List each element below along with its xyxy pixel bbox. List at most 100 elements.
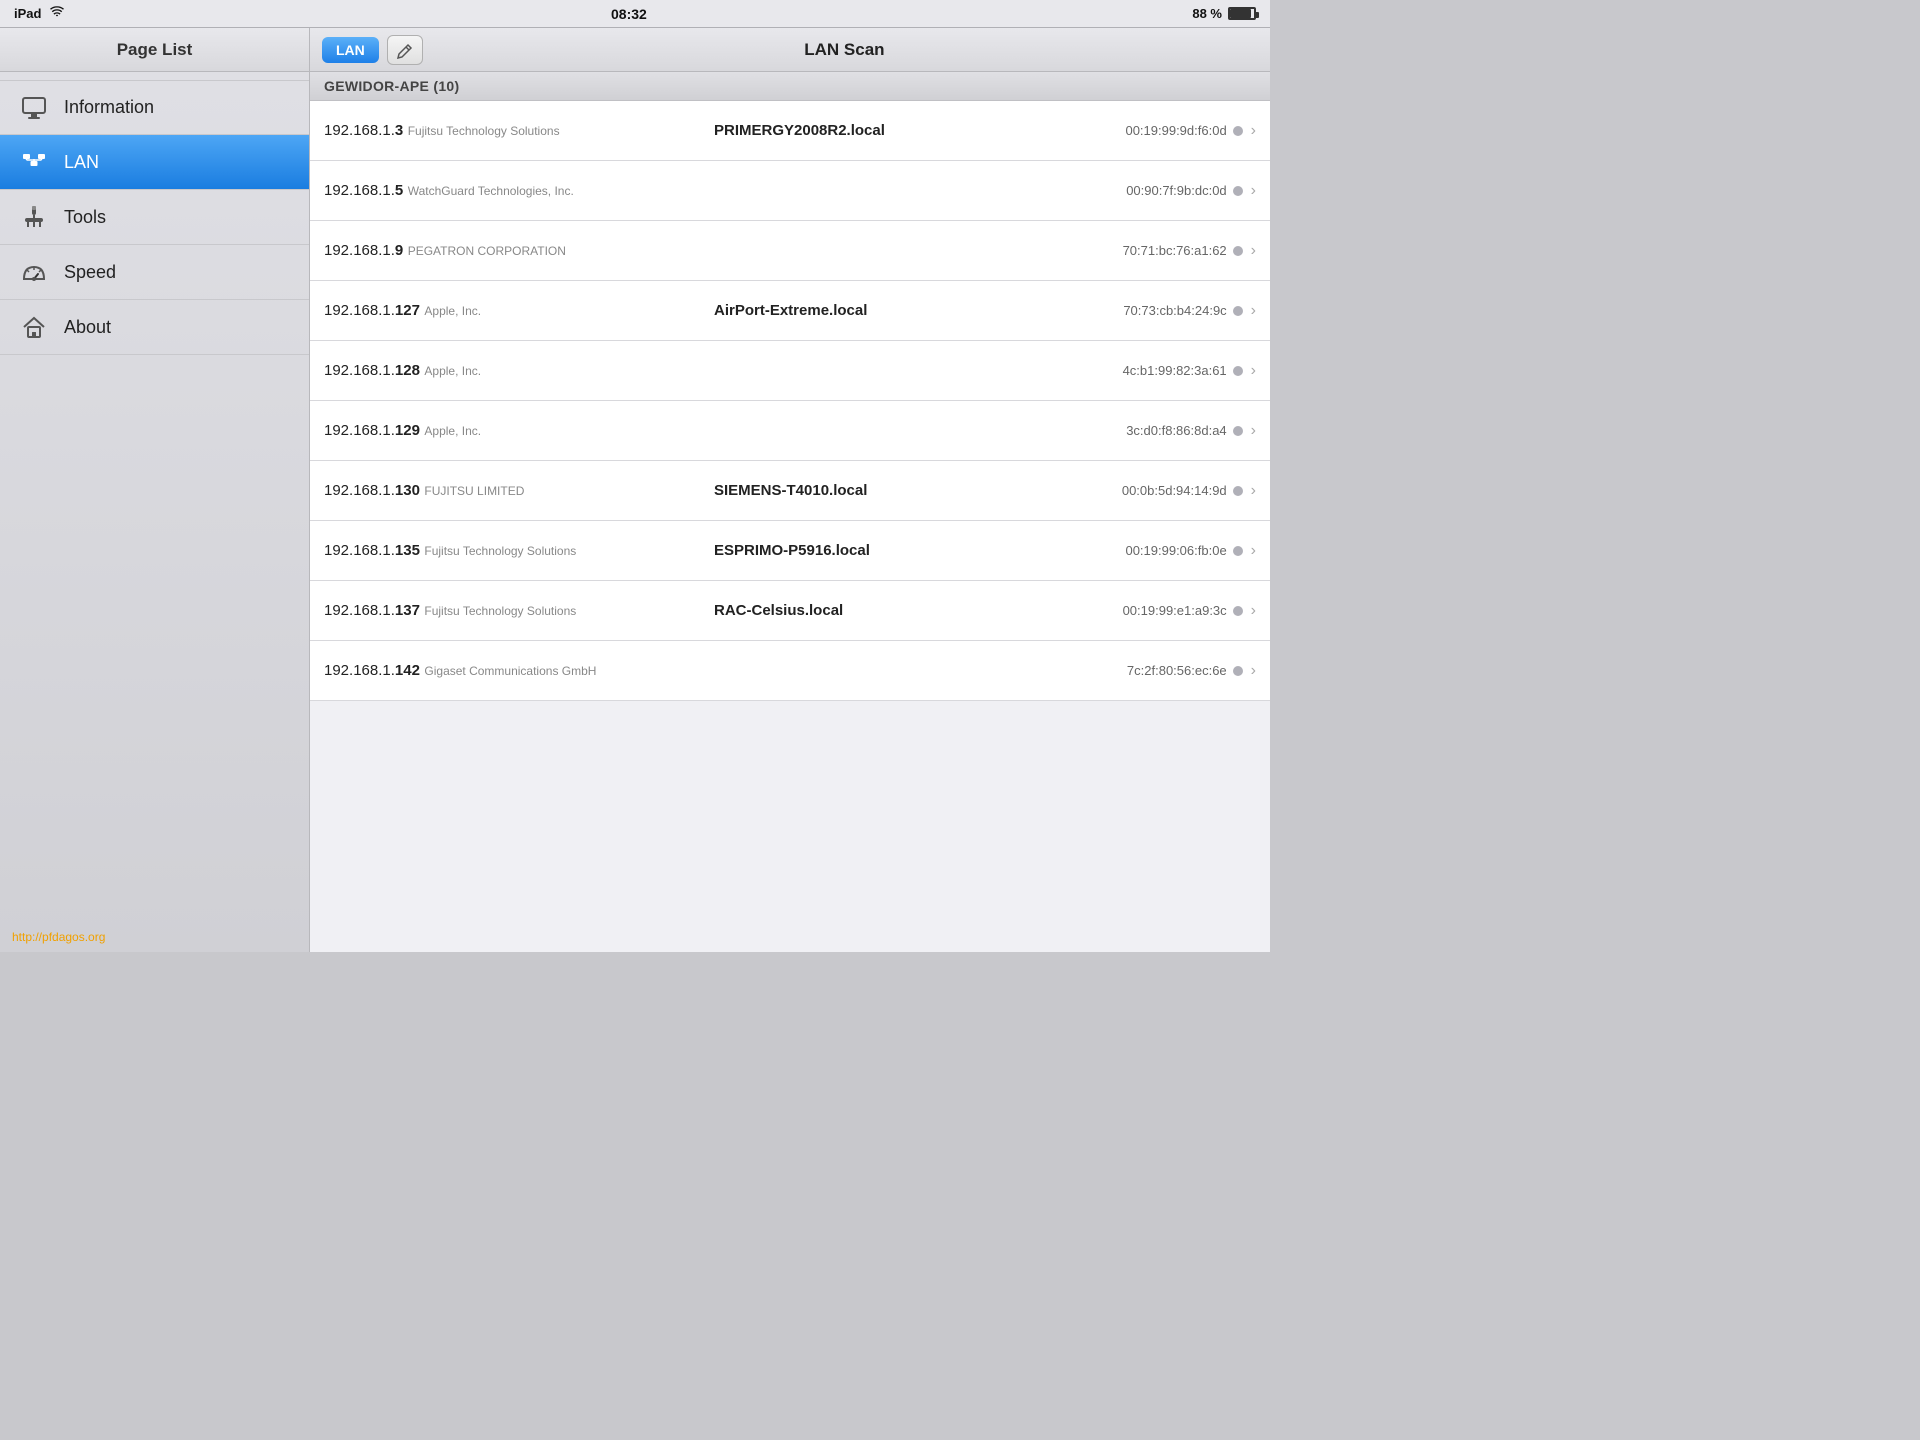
time-display: 08:32 bbox=[611, 6, 647, 22]
device-status bbox=[1233, 486, 1243, 496]
device-vendor: Gigaset Communications GmbH bbox=[424, 664, 596, 678]
device-ip: 192.168.1.135 bbox=[324, 542, 420, 559]
device-info: 192.168.1.142 Gigaset Communications Gmb… bbox=[324, 662, 704, 680]
device-status bbox=[1233, 666, 1243, 676]
device-info: 192.168.1.128 Apple, Inc. bbox=[324, 362, 704, 380]
device-vendor: Apple, Inc. bbox=[424, 364, 481, 378]
device-info: 192.168.1.135 Fujitsu Technology Solutio… bbox=[324, 542, 704, 560]
table-row[interactable]: 192.168.1.3 Fujitsu Technology Solutions… bbox=[310, 101, 1270, 161]
device-vendor: FUJITSU LIMITED bbox=[424, 484, 524, 498]
chevron-right-icon: › bbox=[1251, 602, 1256, 620]
table-row[interactable]: 192.168.1.127 Apple, Inc. AirPort-Extrem… bbox=[310, 281, 1270, 341]
device-hostname: AirPort-Extreme.local bbox=[704, 302, 1067, 319]
device-info: 192.168.1.5 WatchGuard Technologies, Inc… bbox=[324, 182, 704, 200]
device-mac: 00:19:99:06:fb:0e bbox=[1067, 543, 1227, 558]
status-dot bbox=[1233, 126, 1243, 136]
device-mac: 70:73:cb:b4:24:9c bbox=[1067, 303, 1227, 318]
table-row[interactable]: 192.168.1.128 Apple, Inc. 4c:b1:99:82:3a… bbox=[310, 341, 1270, 401]
device-vendor: Apple, Inc. bbox=[424, 424, 481, 438]
status-dot bbox=[1233, 426, 1243, 436]
device-hostname: RAC-Celsius.local bbox=[704, 602, 1067, 619]
device-status bbox=[1233, 246, 1243, 256]
table-row[interactable]: 192.168.1.5 WatchGuard Technologies, Inc… bbox=[310, 161, 1270, 221]
status-left: iPad bbox=[14, 6, 65, 21]
sidebar-item-tools[interactable]: Tools bbox=[0, 190, 309, 245]
status-dot bbox=[1233, 666, 1243, 676]
device-vendor: WatchGuard Technologies, Inc. bbox=[408, 184, 574, 198]
device-status bbox=[1233, 186, 1243, 196]
chevron-right-icon: › bbox=[1251, 662, 1256, 680]
device-ip: 192.168.1.127 bbox=[324, 302, 420, 319]
chevron-right-icon: › bbox=[1251, 242, 1256, 260]
sidebar-items: Information LAN bbox=[0, 72, 309, 922]
device-mac: 4c:b1:99:82:3a:61 bbox=[1067, 363, 1227, 378]
device-ip: 192.168.1.9 bbox=[324, 242, 403, 259]
about-label: About bbox=[64, 317, 111, 338]
sidebar-item-speed[interactable]: Speed bbox=[0, 245, 309, 300]
device-label: iPad bbox=[14, 6, 41, 21]
device-ip: 192.168.1.3 bbox=[324, 122, 403, 139]
chevron-right-icon: › bbox=[1251, 182, 1256, 200]
device-vendor: Fujitsu Technology Solutions bbox=[424, 544, 576, 558]
device-status bbox=[1233, 606, 1243, 616]
status-dot bbox=[1233, 606, 1243, 616]
sidebar-item-lan[interactable]: LAN bbox=[0, 135, 309, 190]
status-dot bbox=[1233, 546, 1243, 556]
device-vendor: Apple, Inc. bbox=[424, 304, 481, 318]
edit-button[interactable] bbox=[387, 35, 423, 65]
top-bar: LAN LAN Scan bbox=[310, 28, 1270, 72]
content-area: LAN LAN Scan GEWIDOR-APE (10) 192.168.1.… bbox=[310, 28, 1270, 952]
device-status bbox=[1233, 126, 1243, 136]
device-status bbox=[1233, 306, 1243, 316]
device-hostname: PRIMERGY2008R2.local bbox=[704, 122, 1067, 139]
device-info: 192.168.1.130 FUJITSU LIMITED bbox=[324, 482, 704, 500]
status-dot bbox=[1233, 246, 1243, 256]
wifi-icon bbox=[49, 6, 65, 21]
device-vendor: PEGATRON CORPORATION bbox=[408, 244, 566, 258]
status-dot bbox=[1233, 306, 1243, 316]
device-ip: 192.168.1.142 bbox=[324, 662, 420, 679]
table-row[interactable]: 192.168.1.129 Apple, Inc. 3c:d0:f8:86:8d… bbox=[310, 401, 1270, 461]
battery-icon bbox=[1228, 7, 1256, 20]
sidebar-item-information[interactable]: Information bbox=[0, 80, 309, 135]
chevron-right-icon: › bbox=[1251, 302, 1256, 320]
table-row[interactable]: 192.168.1.137 Fujitsu Technology Solutio… bbox=[310, 581, 1270, 641]
device-mac: 3c:d0:f8:86:8d:a4 bbox=[1067, 423, 1227, 438]
table-row[interactable]: 192.168.1.135 Fujitsu Technology Solutio… bbox=[310, 521, 1270, 581]
lan-label: LAN bbox=[64, 152, 99, 173]
device-info: 192.168.1.9 PEGATRON CORPORATION bbox=[324, 242, 704, 260]
device-ip: 192.168.1.130 bbox=[324, 482, 420, 499]
device-ip: 192.168.1.5 bbox=[324, 182, 403, 199]
device-status bbox=[1233, 546, 1243, 556]
status-dot bbox=[1233, 366, 1243, 376]
table-row[interactable]: 192.168.1.130 FUJITSU LIMITED SIEMENS-T4… bbox=[310, 461, 1270, 521]
tools-label: Tools bbox=[64, 207, 106, 228]
lan-button[interactable]: LAN bbox=[322, 37, 379, 63]
speed-icon bbox=[16, 254, 52, 290]
sidebar-item-about[interactable]: About bbox=[0, 300, 309, 355]
battery-pct: 88 % bbox=[1192, 6, 1222, 21]
scan-content[interactable]: GEWIDOR-APE (10) 192.168.1.3 Fujitsu Tec… bbox=[310, 72, 1270, 952]
status-dot bbox=[1233, 186, 1243, 196]
status-right: 88 % bbox=[1192, 6, 1256, 21]
sidebar-title: Page List bbox=[117, 40, 193, 60]
lan-icon bbox=[16, 144, 52, 180]
sidebar: Page List Information bbox=[0, 28, 310, 952]
device-status bbox=[1233, 366, 1243, 376]
device-mac: 00:19:99:e1:a9:3c bbox=[1067, 603, 1227, 618]
device-info: 192.168.1.3 Fujitsu Technology Solutions bbox=[324, 122, 704, 140]
table-row[interactable]: 192.168.1.9 PEGATRON CORPORATION 70:71:b… bbox=[310, 221, 1270, 281]
tools-icon bbox=[16, 199, 52, 235]
device-vendor: Fujitsu Technology Solutions bbox=[424, 604, 576, 618]
chevron-right-icon: › bbox=[1251, 542, 1256, 560]
table-row[interactable]: 192.168.1.142 Gigaset Communications Gmb… bbox=[310, 641, 1270, 701]
home-icon bbox=[16, 309, 52, 345]
information-label: Information bbox=[64, 97, 154, 118]
chevron-right-icon: › bbox=[1251, 422, 1256, 440]
device-ip: 192.168.1.129 bbox=[324, 422, 420, 439]
device-mac: 70:71:bc:76:a1:62 bbox=[1067, 243, 1227, 258]
footer-link[interactable]: http://pfdagos.org bbox=[12, 930, 105, 944]
device-vendor: Fujitsu Technology Solutions bbox=[408, 124, 560, 138]
device-ip: 192.168.1.137 bbox=[324, 602, 420, 619]
device-hostname: ESPRIMO-P5916.local bbox=[704, 542, 1067, 559]
